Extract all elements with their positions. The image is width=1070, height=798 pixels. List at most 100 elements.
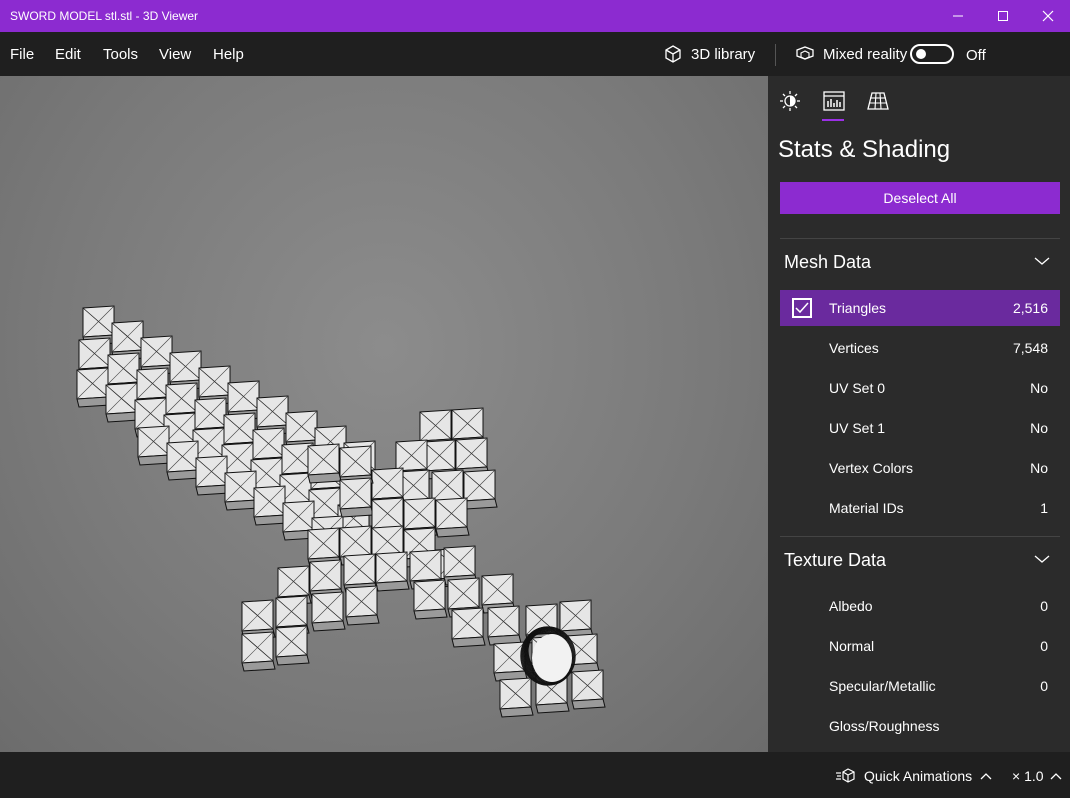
divider <box>780 238 1060 239</box>
row-label: Vertex Colors <box>829 460 914 476</box>
menu-help[interactable]: Help <box>213 46 244 63</box>
quick-animations-label: Quick Animations <box>864 768 973 784</box>
menu-file[interactable]: File <box>10 46 34 63</box>
row-label: Triangles <box>829 300 887 316</box>
mesh-cube <box>571 669 606 710</box>
mesh-row-uv-set-1[interactable]: UV Set 1 No <box>780 410 1060 446</box>
stats-tab-icon[interactable] <box>822 90 846 112</box>
mesh-cube <box>345 585 380 626</box>
row-value: 2,516 <box>1012 300 1048 316</box>
row-label: Specular/Metallic <box>829 678 936 694</box>
row-value: No <box>1030 460 1048 476</box>
chevron-up-icon <box>1050 773 1061 780</box>
texture-row-gloss-roughness[interactable]: Gloss/Roughness <box>780 708 1060 744</box>
maximize-icon <box>998 11 1008 21</box>
mixed-reality-label: Mixed reality <box>823 45 908 63</box>
mixed-reality-toggle[interactable] <box>910 44 954 64</box>
triangles-checkbox[interactable] <box>792 298 812 318</box>
maximize-button[interactable] <box>980 0 1026 32</box>
close-icon <box>1042 10 1054 22</box>
mesh-cube <box>195 455 230 496</box>
mesh-cube <box>463 469 498 510</box>
lighting-tab-icon[interactable] <box>778 90 802 112</box>
row-label: Material IDs <box>829 500 904 516</box>
animation-speed-button[interactable]: × 1.0 <box>1012 768 1062 784</box>
3d-library-button[interactable]: 3D library <box>663 43 755 65</box>
mesh-row-vertex-colors[interactable]: Vertex Colors No <box>780 450 1060 486</box>
sword-model <box>76 305 606 718</box>
active-tab-indicator <box>822 119 844 121</box>
mesh-cube <box>241 631 276 672</box>
mesh-cube <box>307 443 342 484</box>
texture-data-header[interactable]: Texture Data <box>784 550 1060 574</box>
mesh-cube <box>166 440 201 481</box>
mesh-row-material-ids[interactable]: Material IDs 1 <box>780 490 1060 526</box>
row-value: 0 <box>1040 678 1048 694</box>
status-bar: Quick Animations × 1.0 <box>0 752 1070 798</box>
texture-data-title: Texture Data <box>784 550 887 570</box>
minimize-icon <box>953 15 963 17</box>
mesh-cube <box>253 485 288 526</box>
row-value: 7,548 <box>1012 340 1048 356</box>
mesh-cube <box>375 551 410 592</box>
menu-edit[interactable]: Edit <box>55 46 81 63</box>
texture-row-albedo[interactable]: Albedo 0 <box>780 588 1060 624</box>
panel-title: Stats & Shading <box>778 136 951 163</box>
cube-icon <box>665 45 681 63</box>
mesh-cube <box>224 470 259 511</box>
row-label: Gloss/Roughness <box>829 718 940 734</box>
3d-library-label: 3D library <box>691 45 756 63</box>
mesh-cube <box>76 367 111 408</box>
mesh-row-uv-set-0[interactable]: UV Set 0 No <box>780 370 1060 406</box>
mesh-row-vertices[interactable]: Vertices 7,548 <box>780 330 1060 366</box>
mesh-cube <box>487 605 522 646</box>
row-value: 0 <box>1040 638 1048 654</box>
title-bar: SWORD MODEL stl.stl - 3D Viewer <box>0 0 1070 32</box>
toolbar-divider <box>775 44 776 66</box>
toggle-state-label: Off <box>966 47 986 64</box>
row-value: No <box>1030 420 1048 436</box>
mesh-data-header[interactable]: Mesh Data <box>784 252 1060 276</box>
texture-row-specular-metallic[interactable]: Specular/Metallic 0 <box>780 668 1060 704</box>
mesh-cube <box>275 625 310 666</box>
mesh-cube <box>451 607 486 648</box>
menu-view[interactable]: View <box>159 46 191 63</box>
texture-row-normal[interactable]: Normal 0 <box>780 628 1060 664</box>
mesh-data-title: Mesh Data <box>784 252 872 272</box>
mesh-cube <box>435 497 470 538</box>
row-label: UV Set 0 <box>829 380 886 396</box>
row-value: 1 <box>1040 500 1048 516</box>
animation-cube-icon <box>836 768 855 783</box>
row-value: 0 <box>1040 598 1048 614</box>
row-label: UV Set 1 <box>829 420 886 436</box>
toggle-knob <box>916 49 926 59</box>
chevron-up-icon <box>980 773 992 780</box>
mixed-reality-icon <box>796 46 814 60</box>
chevron-down-icon <box>1034 257 1050 265</box>
row-label: Vertices <box>829 340 879 356</box>
quick-animations-button[interactable]: Quick Animations <box>836 768 1000 784</box>
mesh-cube <box>499 677 534 718</box>
mesh-cube <box>339 477 374 518</box>
row-value: No <box>1030 380 1048 396</box>
minimize-button[interactable] <box>935 0 981 32</box>
mesh-cube <box>311 591 346 632</box>
3d-viewport[interactable] <box>0 76 768 752</box>
mesh-cube <box>105 382 140 423</box>
menu-tools[interactable]: Tools <box>103 46 138 63</box>
app-window: SWORD MODEL stl.stl - 3D Viewer File Edi… <box>0 0 1070 798</box>
checkmark-icon <box>795 302 809 314</box>
deselect-all-button[interactable]: Deselect All <box>780 182 1060 214</box>
grid-tab-icon[interactable] <box>866 90 890 112</box>
window-title: SWORD MODEL stl.stl - 3D Viewer <box>10 9 199 23</box>
row-label: Normal <box>829 638 875 654</box>
mixed-reality-button[interactable]: Mixed reality <box>795 43 907 65</box>
close-button[interactable] <box>1025 0 1070 32</box>
pommel-hole <box>532 634 572 682</box>
mesh-row-triangles[interactable]: Triangles 2,516 <box>780 290 1060 326</box>
row-label: Albedo <box>829 598 873 614</box>
stats-panel: Stats & Shading Deselect All Mesh Data T… <box>768 76 1070 752</box>
mesh-cube <box>137 425 172 466</box>
speed-label: × 1.0 <box>1012 768 1044 784</box>
chevron-down-icon <box>1034 555 1050 563</box>
